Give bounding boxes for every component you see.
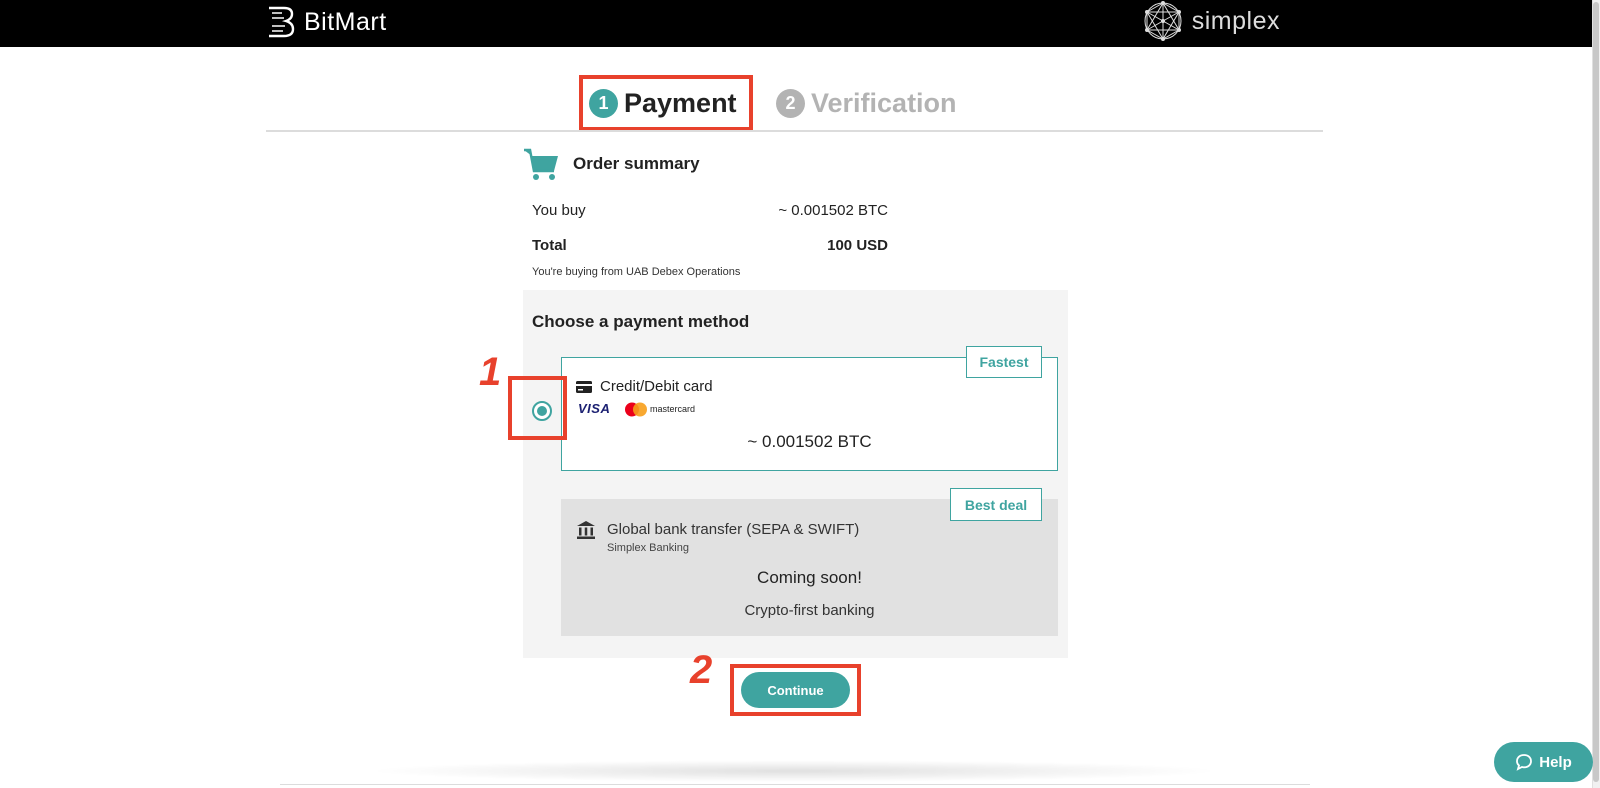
bitmart-logo-icon (269, 6, 295, 38)
footer-shadow (366, 760, 1222, 782)
bank-icon (577, 521, 595, 539)
best-deal-badge: Best deal (950, 488, 1042, 521)
total-value: 100 USD (827, 237, 888, 254)
simplex-logo-icon (1144, 1, 1182, 41)
credit-card-label: Credit/Debit card (600, 378, 713, 395)
bitmart-name: BitMart (304, 7, 387, 36)
mastercard-icon (625, 402, 647, 417)
radio-selected-dot (537, 406, 547, 416)
simplex-name: simplex (1191, 6, 1280, 35)
continue-button[interactable]: Continue (741, 672, 850, 708)
annotation-number-1: 1 (479, 350, 502, 394)
cart-icon (524, 148, 558, 180)
total-label: Total (532, 237, 567, 254)
step-2-label: Verification (811, 87, 957, 118)
bank-transfer-sublabel: Simplex Banking (607, 542, 689, 554)
payment-method-title: Choose a payment method (532, 312, 750, 331)
steps-divider (266, 130, 1323, 132)
order-summary-title: Order summary (573, 154, 700, 173)
step-1-label: Payment (624, 87, 737, 118)
you-buy-value: ~ 0.001502 BTC (778, 202, 888, 219)
top-header: BitMart simplex (0, 0, 1592, 47)
step-verification: 2 Verification (776, 75, 957, 131)
credit-card-radio[interactable] (532, 401, 552, 421)
fastest-badge: Fastest (966, 346, 1042, 378)
coming-soon-text: Coming soon! (757, 568, 862, 587)
credit-card-icon (576, 381, 592, 393)
visa-logo: VISA (578, 401, 611, 416)
mastercard-label: mastercard (650, 404, 696, 414)
chat-bubble-icon (1516, 754, 1533, 771)
help-label: Help (1539, 753, 1572, 771)
bitmart-logo: BitMart (266, 2, 387, 42)
checkout-steps: 1 Payment 2 Verification (0, 75, 1600, 131)
step-payment: 1 Payment (579, 75, 753, 131)
you-buy-label: You buy (532, 202, 586, 219)
footer-divider (280, 784, 1310, 785)
seller-note: You're buying from UAB Debex Operations (532, 266, 741, 278)
bank-transfer-label: Global bank transfer (SEPA & SWIFT) (607, 521, 860, 538)
card-btc-amount: ~ 0.001502 BTC (747, 432, 872, 451)
simplex-logo: simplex (1140, 0, 1280, 42)
crypto-banking-tagline: Crypto-first banking (744, 602, 875, 619)
annotation-number-2: 2 (690, 648, 713, 692)
step-2-number: 2 (776, 88, 805, 118)
help-button[interactable]: Help (1494, 742, 1593, 782)
step-1-number: 1 (589, 88, 618, 118)
